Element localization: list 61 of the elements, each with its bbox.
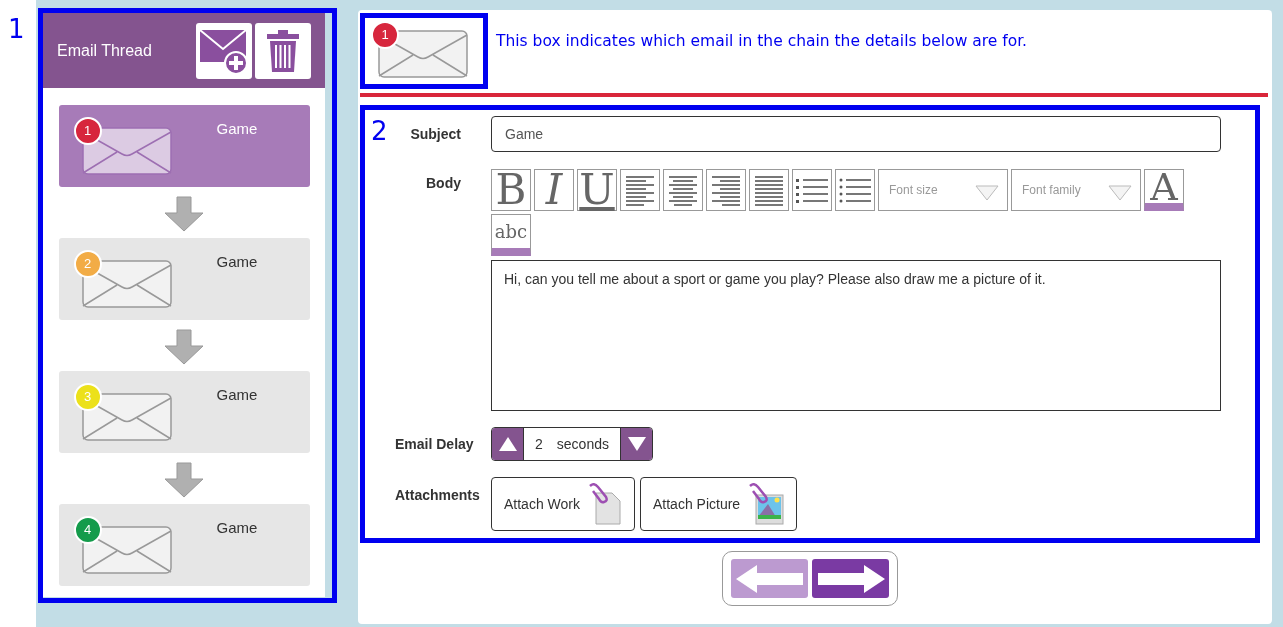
down-arrow-icon: [164, 462, 204, 498]
right-arrow-icon: [815, 563, 886, 594]
delete-button[interactable]: [255, 22, 311, 79]
trash-icon: [265, 28, 301, 73]
envelope-icon: [81, 526, 172, 574]
align-button[interactable]: [663, 169, 703, 211]
down-arrow-icon: [164, 329, 204, 365]
field-label: Email Delay: [395, 434, 475, 454]
decrease-button[interactable]: [621, 428, 652, 460]
attach-button[interactable]: Attach Work: [491, 477, 635, 531]
email-subject: Game: [216, 119, 258, 139]
callout-text: This box indicates which email in the chain the details below are for.: [496, 31, 1028, 52]
list-button[interactable]: [835, 169, 875, 211]
spellcheck-button[interactable]: abc: [491, 214, 531, 256]
delay-value: 2: [535, 434, 543, 454]
email-subject: Game: [216, 518, 258, 538]
email-subject: Game: [216, 252, 258, 272]
number-badge: 1: [73, 117, 102, 145]
field-label: Body: [425, 174, 462, 193]
field-label: Subject: [409, 124, 462, 144]
envelope-icon: [378, 30, 468, 78]
number-badge: 3: [73, 383, 102, 411]
field-label: Attachments: [395, 486, 481, 505]
delay-unit: seconds: [556, 434, 609, 454]
email-item[interactable]: 1 Game: [58, 105, 310, 187]
panel-title: Email Thread: [57, 40, 153, 61]
italic-button[interactable]: I: [534, 169, 574, 211]
add-email-button[interactable]: [196, 22, 252, 79]
align-button[interactable]: [706, 169, 746, 211]
number-badge: 2: [73, 250, 102, 278]
down-triangle-icon: [627, 437, 646, 451]
number-badge: 4: [73, 516, 102, 544]
body-text-area[interactable]: Hi, can you tell me about a sport or game you play? Please also draw me a picture of it.: [491, 260, 1221, 411]
email-subject: Game: [216, 385, 258, 405]
bold-button[interactable]: B: [491, 169, 531, 211]
delay-spinner[interactable]: 2 seconds: [491, 427, 653, 461]
dropdown-placeholder: Font family: [1022, 183, 1081, 197]
increase-button[interactable]: [492, 428, 523, 460]
text-color-button[interactable]: A: [1144, 169, 1184, 211]
caret-icon: [1108, 185, 1132, 201]
up-triangle-icon: [498, 437, 517, 451]
forward-button[interactable]: [812, 559, 889, 598]
underline-button[interactable]: U: [577, 169, 617, 211]
list-button[interactable]: [792, 169, 832, 211]
envelope-icon: [81, 393, 172, 441]
left-arrow-icon: [734, 563, 805, 594]
down-arrow-icon: [164, 196, 204, 232]
number-badge: 1: [371, 21, 399, 49]
subject-field[interactable]: Game: [491, 116, 1221, 152]
dropdown-placeholder: Font size: [889, 183, 938, 197]
align-button[interactable]: [749, 169, 789, 211]
annotation-number: 1: [8, 16, 25, 42]
envelope-icon: [81, 127, 172, 175]
attach-button[interactable]: Attach Picture: [640, 477, 798, 531]
envelope-icon: [81, 260, 172, 308]
caret-icon: [975, 185, 999, 201]
email-item[interactable]: 3 Game: [58, 371, 310, 453]
email-item[interactable]: 4 Game: [58, 504, 310, 586]
annotation-number: 2: [371, 118, 388, 144]
align-button[interactable]: [620, 169, 660, 211]
email-item[interactable]: 2 Game: [58, 238, 310, 320]
